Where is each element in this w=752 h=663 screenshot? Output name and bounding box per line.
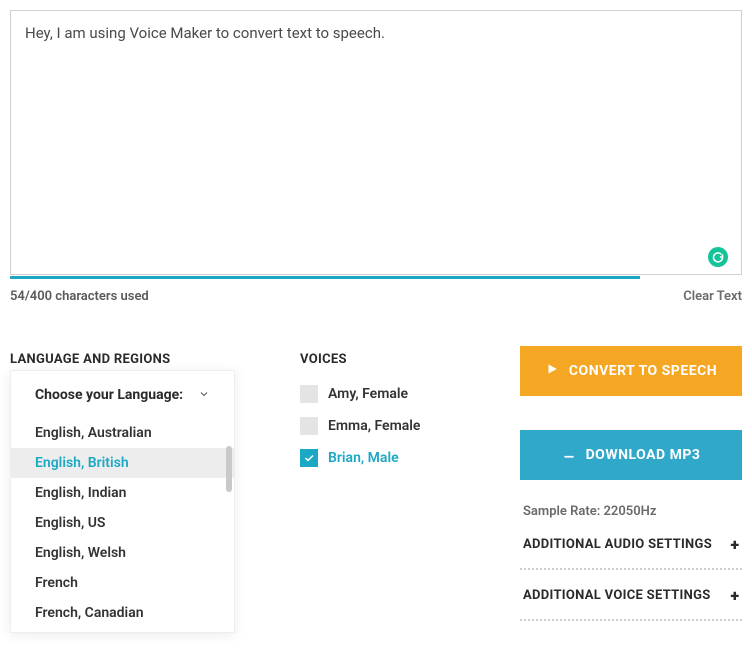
sample-rate-text: Sample Rate: 22050Hz [523, 504, 742, 519]
audio-settings-label: ADDITIONAL AUDIO SETTINGS [523, 537, 712, 552]
plus-icon: + [730, 586, 739, 605]
language-option[interactable]: French [11, 568, 234, 598]
language-option[interactable]: English, Indian [11, 478, 234, 508]
language-dropdown[interactable]: Choose your Language: English, Australia… [10, 370, 235, 633]
language-option[interactable]: English, Welsh [11, 538, 234, 568]
language-dropdown-label: Choose your Language: [35, 387, 183, 403]
voice-settings-label: ADDITIONAL VOICE SETTINGS [523, 588, 711, 603]
voice-label: Brian, Male [328, 450, 399, 466]
checkbox-checked-icon [300, 449, 318, 467]
convert-button-label: CONVERT TO SPEECH [569, 363, 717, 379]
chevron-down-icon [198, 385, 210, 404]
additional-audio-settings-toggle[interactable]: ADDITIONAL AUDIO SETTINGS + [520, 519, 742, 570]
language-heading: LANGUAGE AND REGIONS [10, 352, 300, 367]
language-option[interactable]: French, Canadian [11, 598, 234, 628]
language-option[interactable]: English, Australian [11, 418, 234, 448]
checkbox-icon [300, 417, 318, 435]
download-button-label: DOWNLOAD MP3 [586, 447, 701, 463]
text-input[interactable] [10, 10, 742, 275]
convert-to-speech-button[interactable]: CONVERT TO SPEECH [520, 346, 742, 396]
character-counter: 54/400 characters used [10, 289, 149, 304]
language-dropdown-list: English, Australian English, British Eng… [11, 418, 234, 632]
play-icon [545, 362, 559, 380]
plus-icon: + [730, 535, 739, 554]
scrollbar-thumb[interactable] [226, 446, 232, 492]
checkbox-icon [300, 385, 318, 403]
download-mp3-button[interactable]: DOWNLOAD MP3 [520, 430, 742, 480]
language-dropdown-header[interactable]: Choose your Language: [11, 371, 234, 418]
voice-option[interactable]: Amy, Female [300, 385, 520, 403]
language-option[interactable]: English, US [11, 508, 234, 538]
voices-heading: VOICES [300, 352, 520, 367]
additional-voice-settings-toggle[interactable]: ADDITIONAL VOICE SETTINGS + [520, 570, 742, 621]
voice-label: Emma, Female [328, 418, 420, 434]
voice-label: Amy, Female [328, 386, 408, 402]
clear-text-button[interactable]: Clear Text [683, 289, 742, 304]
language-option[interactable]: English, British [11, 448, 234, 478]
grammarly-icon [708, 247, 728, 267]
voice-option[interactable]: Emma, Female [300, 417, 520, 435]
voice-option[interactable]: Brian, Male [300, 449, 520, 467]
download-icon [562, 446, 576, 464]
